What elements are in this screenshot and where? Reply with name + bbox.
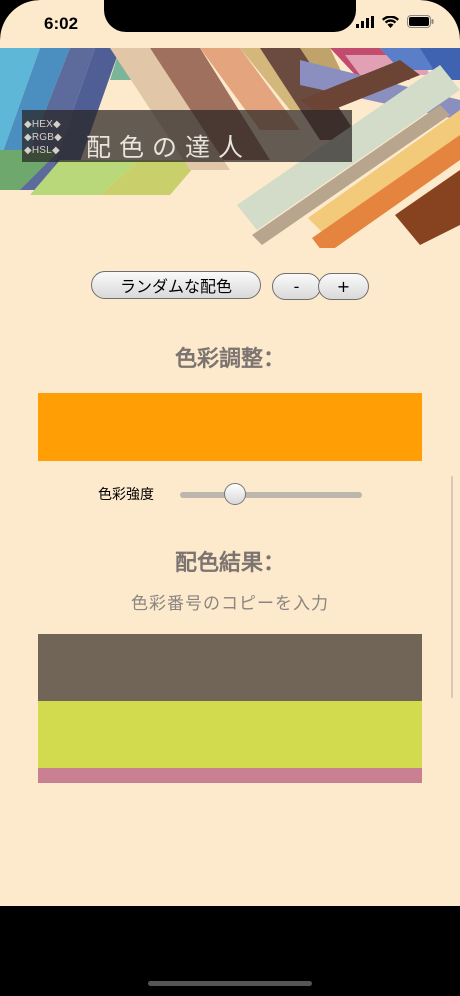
- status-time: 6:02: [44, 14, 79, 33]
- result-color-swatch-2[interactable]: [38, 701, 422, 768]
- format-label-hsl: ◆HSL◆: [24, 145, 60, 156]
- signal-icon: [356, 15, 374, 28]
- intensity-slider-thumb[interactable]: [223, 483, 246, 505]
- adjust-color-swatch[interactable]: [38, 393, 422, 461]
- copy-hint-text: 色彩番号のコピーを入力: [131, 594, 329, 614]
- notch: [104, 0, 356, 32]
- result-color-swatch-3[interactable]: [38, 768, 422, 783]
- random-palette-button[interactable]: ランダムな配色: [91, 271, 261, 299]
- device-frame: ◆HEX◆ ◆RGB◆ ◆HSL◆ 配色の達人 6:02 ランダムな配色 - +…: [0, 0, 460, 996]
- battery-icon: [407, 15, 434, 28]
- app-title: 配色の達人: [86, 133, 252, 162]
- color-adjust-heading: 色彩調整：: [174, 347, 285, 372]
- format-label-hex: ◆HEX◆: [24, 119, 61, 130]
- status-icons: [356, 15, 434, 28]
- palette-result-heading: 配色結果：: [174, 551, 285, 576]
- app-screen: ◆HEX◆ ◆RGB◆ ◆HSL◆ 配色の達人 6:02 ランダムな配色 - +…: [0, 0, 460, 906]
- intensity-slider-label: 色彩強度: [98, 487, 154, 503]
- intensity-slider-track[interactable]: [180, 492, 362, 498]
- increase-button[interactable]: +: [318, 273, 369, 300]
- result-color-swatch-1[interactable]: [38, 634, 422, 701]
- wifi-icon: [382, 15, 399, 28]
- format-label-rgb: ◆RGB◆: [24, 132, 63, 143]
- status-bar: 6:02: [0, 0, 460, 48]
- decrease-button[interactable]: -: [272, 273, 321, 300]
- scrollbar[interactable]: [451, 476, 453, 698]
- home-indicator[interactable]: [148, 981, 312, 986]
